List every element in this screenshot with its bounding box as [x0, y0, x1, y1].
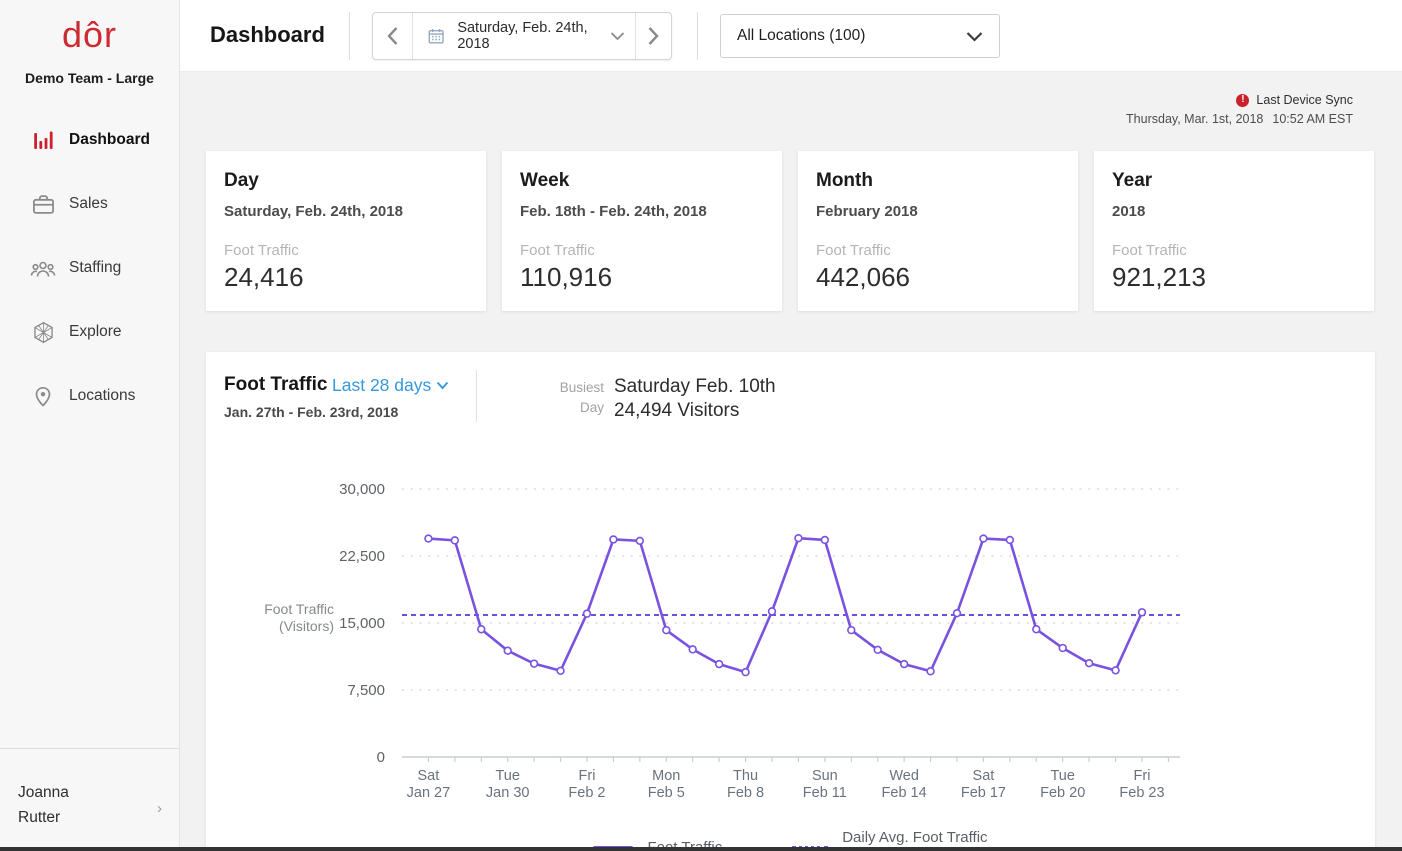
svg-text:0: 0 [377, 749, 385, 766]
sidebar-item-label: Dashboard [69, 131, 150, 149]
card-period: Month [816, 170, 1060, 192]
svg-text:TueFeb 20: TueFeb 20 [1040, 768, 1085, 801]
card-range: February 2018 [816, 203, 1060, 220]
date-next-button[interactable] [635, 13, 671, 59]
legend-avg-line1: Daily Avg. Foot Traffic [842, 828, 987, 847]
sidebar-item-locations[interactable]: Locations [0, 374, 179, 418]
card-period: Day [224, 170, 468, 192]
card-value: 442,066 [816, 262, 1060, 293]
bar-chart-icon [30, 127, 56, 153]
stat-card-week: Week Feb. 18th - Feb. 24th, 2018 Foot Tr… [502, 151, 782, 311]
svg-text:MonFeb 5: MonFeb 5 [648, 768, 685, 801]
sidebar-item-sales[interactable]: Sales [0, 182, 179, 226]
people-icon [30, 255, 56, 281]
busiest-day-label: Busiest Day [536, 378, 604, 418]
chevron-right-icon [647, 26, 660, 46]
user-first-name: Joanna [18, 780, 168, 805]
calendar-icon [427, 25, 445, 47]
app-logo[interactable]: dôr [0, 14, 179, 56]
card-metric-label: Foot Traffic [1112, 242, 1356, 259]
sidebar-item-label: Locations [69, 387, 135, 405]
card-metric-label: Foot Traffic [816, 242, 1060, 259]
header-divider [349, 12, 350, 60]
svg-text:22,500: 22,500 [339, 548, 385, 565]
chevron-down-icon [966, 31, 983, 42]
busiest-day-visitors: 24,494 Visitors [614, 399, 776, 423]
sync-date: Thursday, Mar. 1st, 2018 [1126, 112, 1263, 126]
alert-circle-icon: ! [1236, 94, 1249, 107]
header-divider [697, 12, 698, 60]
date-prev-button[interactable] [373, 13, 413, 59]
busiest-day-value: Saturday Feb. 10th 24,494 Visitors [614, 375, 776, 423]
range-selector-label: Last 28 days [332, 375, 431, 396]
card-metric-label: Foot Traffic [520, 242, 764, 259]
sidebar-item-label: Explore [69, 323, 122, 341]
card-metric-label: Foot Traffic [224, 242, 468, 259]
card-period: Year [1112, 170, 1356, 192]
sidebar-item-dashboard[interactable]: Dashboard [0, 118, 179, 162]
stat-cards-row: Day Saturday, Feb. 24th, 2018 Foot Traff… [206, 151, 1376, 311]
svg-text:FriFeb 2: FriFeb 2 [568, 768, 605, 801]
briefcase-icon [30, 191, 56, 217]
stat-card-day: Day Saturday, Feb. 24th, 2018 Foot Traff… [206, 151, 486, 311]
sidebar-item-staffing[interactable]: Staffing [0, 246, 179, 290]
chevron-down-icon [436, 381, 449, 390]
foot-traffic-card: Foot Traffic Last 28 days Jan. 27th - Fe… [206, 352, 1375, 851]
card-value: 921,213 [1112, 262, 1356, 293]
stat-card-month: Month February 2018 Foot Traffic 442,066 [798, 151, 1078, 311]
range-selector[interactable]: Last 28 days [332, 375, 449, 396]
location-filter-dropdown[interactable]: All Locations (100) [720, 14, 1000, 58]
selected-date: Saturday, Feb. 24th, 2018 [457, 20, 596, 52]
location-filter-value: All Locations (100) [737, 27, 865, 45]
svg-text:15,000: 15,000 [339, 615, 385, 632]
svg-text:7,500: 7,500 [347, 682, 385, 699]
sidebar-item-label: Sales [69, 195, 108, 213]
card-period: Week [520, 170, 764, 192]
top-bar: Dashboard Saturday, Feb. 24th, 2018 All [180, 0, 1402, 72]
sidebar-item-explore[interactable]: Explore [0, 310, 179, 354]
chart-title: Foot Traffic [224, 374, 327, 396]
chevron-right-icon: › [157, 800, 162, 817]
map-pin-icon [30, 383, 56, 409]
card-value: 110,916 [520, 262, 764, 293]
date-picker-value[interactable]: Saturday, Feb. 24th, 2018 [413, 13, 635, 59]
team-name: Demo Team - Large [0, 70, 179, 86]
card-range: Feb. 18th - Feb. 24th, 2018 [520, 203, 764, 220]
last-device-sync: ! Last Device Sync Thursday, Mar. 1st, 2… [1126, 93, 1353, 126]
user-menu[interactable]: Joanna Rutter [18, 780, 168, 830]
foot-traffic-line-chart: 0 7,500 15,000 22,500 30,000 SatJan 27 TueJan … [206, 440, 1375, 825]
sidebar-item-label: Staffing [69, 259, 121, 277]
card-range: Saturday, Feb. 24th, 2018 [224, 203, 468, 220]
svg-text:FriFeb 23: FriFeb 23 [1119, 768, 1164, 801]
sidebar-nav: Dashboard Sales Staffin [0, 118, 179, 438]
busiest-day-date: Saturday Feb. 10th [614, 375, 776, 399]
svg-text:ThuFeb 8: ThuFeb 8 [727, 768, 764, 801]
sync-label: Last Device Sync [1256, 93, 1353, 107]
svg-text:WedFeb 14: WedFeb 14 [882, 768, 927, 801]
hexagon-icon [30, 319, 56, 345]
sidebar-divider [0, 748, 180, 749]
chart-header-divider [476, 370, 477, 422]
svg-text:30,000: 30,000 [339, 481, 385, 498]
bottom-edge-bar [0, 847, 1402, 851]
card-value: 24,416 [224, 262, 468, 293]
svg-text:TueJan 30: TueJan 30 [486, 768, 530, 801]
sidebar: dôr Demo Team - Large Dashboard Sales [0, 0, 180, 851]
chart-date-range: Jan. 27th - Feb. 23rd, 2018 [224, 404, 398, 420]
date-picker: Saturday, Feb. 24th, 2018 [372, 12, 672, 60]
stat-card-year: Year 2018 Foot Traffic 921,213 [1094, 151, 1374, 311]
svg-text:SunFeb 11: SunFeb 11 [803, 768, 847, 801]
svg-text:SatFeb 17: SatFeb 17 [961, 768, 1006, 801]
chevron-left-icon [386, 26, 399, 46]
user-last-name: Rutter [18, 805, 168, 830]
chevron-down-icon [610, 31, 625, 41]
card-range: 2018 [1112, 203, 1356, 220]
svg-text:SatJan 27: SatJan 27 [407, 768, 451, 801]
page-title: Dashboard [210, 22, 325, 48]
sync-time: 10:52 AM EST [1272, 112, 1353, 126]
